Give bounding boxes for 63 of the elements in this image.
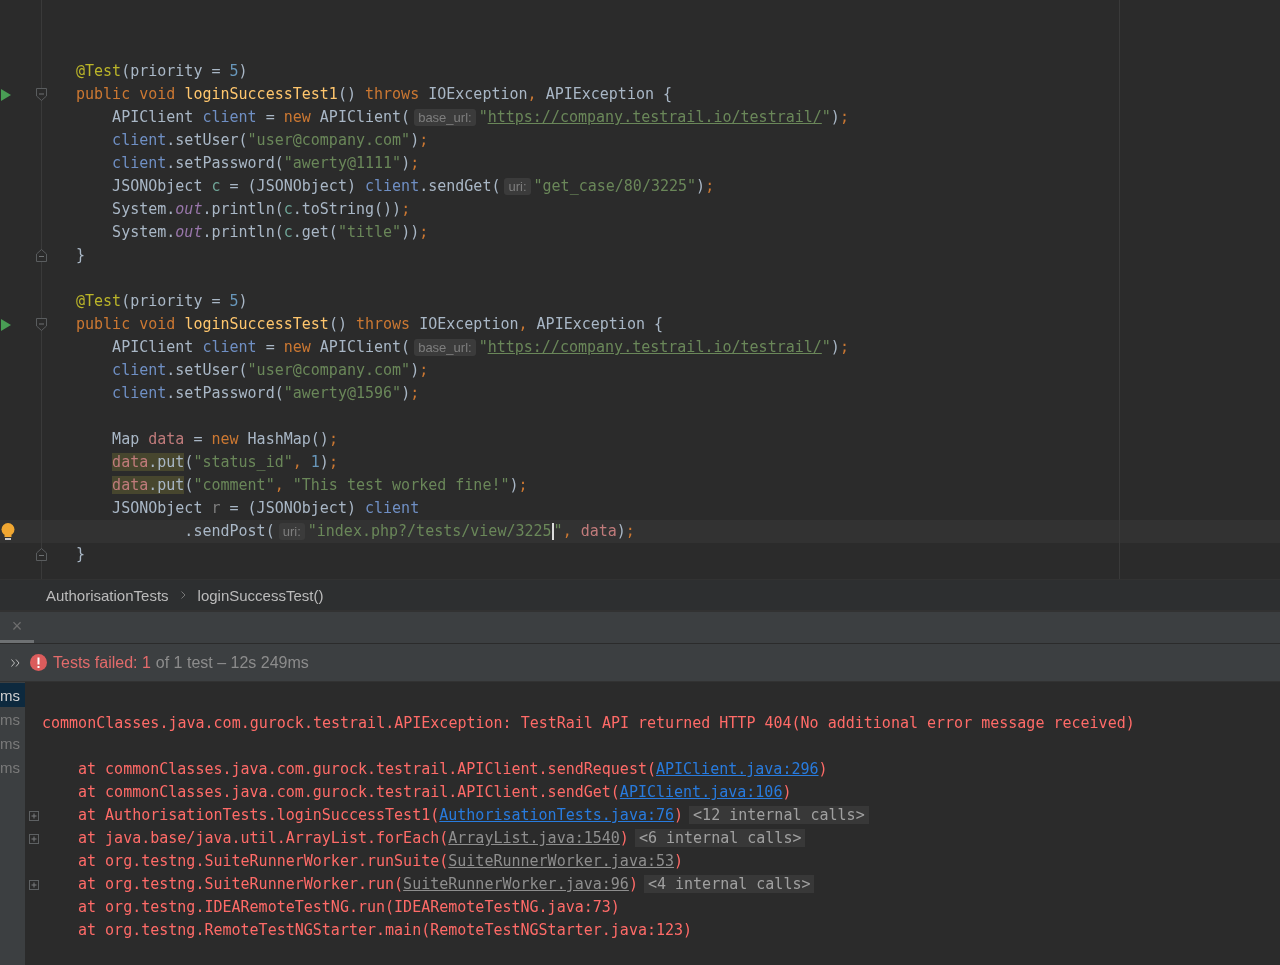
internal-calls-fold[interactable]: <6 internal calls> <box>634 829 806 847</box>
test-tree-item[interactable]: ms <box>0 707 25 731</box>
code-line: Map data = new HashMap(); <box>111 429 338 450</box>
file-link[interactable]: ArrayList.java:1540 <box>448 829 620 847</box>
stack-trace-line: at java.base/java.util.ArrayList.forEach(ArrayList.java:1540) <6 internal calls> <box>78 827 806 850</box>
code-line: @Test(priority = 5) <box>76 291 248 312</box>
fold-icon[interactable] <box>35 548 47 561</box>
file-link[interactable]: SuiteRunnerWorker.java:53 <box>448 852 675 870</box>
fold-icon[interactable] <box>35 318 47 331</box>
breadcrumb-item[interactable]: AuthorisationTests <box>46 586 169 604</box>
chevron-right-icon <box>180 591 186 599</box>
parameter-hint: uri: <box>504 178 531 195</box>
code-line: client.setPassword("awerty@1596"); <box>111 383 420 404</box>
stack-trace-line: at org.testng.RemoteTestNGStarter.main(RemoteTestNGStarter.java:123) <box>78 920 693 941</box>
test-tree-item[interactable]: ms <box>0 755 25 779</box>
code-line: client.setUser("user@company.com"); <box>111 360 429 381</box>
internal-calls-fold[interactable]: <4 internal calls> <box>643 875 815 893</box>
error-message: commonClasses.java.com.gurock.testrail.APIException: TestRail API returned HTTP 404(No additional error message received) <box>41 713 1136 734</box>
run-icon[interactable] <box>1 88 11 101</box>
lightbulb-icon[interactable] <box>1 522 15 541</box>
expand-icon[interactable] <box>29 833 39 844</box>
code-line: client.setPassword("awerty@1111"); <box>111 153 420 174</box>
parameter-hint: base_url: <box>414 109 476 126</box>
file-link[interactable]: AuthorisationTests.java:76 <box>439 806 675 824</box>
file-link[interactable]: SuiteRunnerWorker.java:96 <box>403 875 629 893</box>
code-line: .sendPost( uri: "index.php?/tests/view/3225", data); <box>183 521 635 542</box>
code-line: public void loginSuccessTest() throws IOException, APIException { <box>76 314 664 335</box>
file-link[interactable]: APIClient.java:106 <box>619 783 783 801</box>
code-line: APIClient client = new APIClient( base_url: "https://company.testrail.io/testrail/"); <box>111 337 849 358</box>
code-line: APIClient client = new APIClient( base_url: "https://company.testrail.io/testrail/"); <box>111 107 849 128</box>
test-tree-item[interactable]: ms <box>0 683 25 707</box>
expand-icon[interactable] <box>29 879 39 890</box>
parameter-hint: uri: <box>278 523 305 540</box>
code-line: JSONObject c = (JSONObject) client.sendGet( uri: "get_case/80/3225"); <box>111 176 715 197</box>
code-line: } <box>76 544 86 565</box>
error-icon <box>30 654 47 671</box>
parameter-hint: base_url: <box>414 339 476 356</box>
fold-icon[interactable] <box>35 249 47 262</box>
internal-calls-fold[interactable]: <12 internal calls> <box>689 806 869 824</box>
code-line: System.out.println(c.get("title")); <box>111 222 429 243</box>
stack-trace-line: at AuthorisationTests.loginSuccessTest1(AuthorisationTests.java:76) <12 internal calls> <box>78 804 869 827</box>
stack-trace-line: at org.testng.SuiteRunnerWorker.run(SuiteRunnerWorker.java:96) <4 internal calls> <box>78 873 815 896</box>
stack-trace-line: at commonClasses.java.com.gurock.testrail.APIClient.sendGet(APIClient.java:106) <box>78 782 792 803</box>
code-line: client.setUser("user@company.com"); <box>111 130 429 151</box>
expand-icon[interactable] <box>29 810 39 821</box>
tests-failed-label: Tests failed: 1 <box>53 653 151 672</box>
stack-trace-line: at org.testng.IDEARemoteTestNG.run(IDEARemoteTestNG.java:73) <box>78 897 620 918</box>
run-icon[interactable] <box>1 318 11 331</box>
stack-trace-line: at org.testng.SuiteRunnerWorker.runSuite(SuiteRunnerWorker.java:53) <box>78 851 684 872</box>
file-link[interactable]: APIClient.java:296 <box>655 760 819 778</box>
stack-trace-line: at commonClasses.java.com.gurock.testrail.APIClient.sendRequest(APIClient.java:296) <box>78 759 828 780</box>
code-line: } <box>76 245 86 266</box>
code-line: JSONObject r = (JSONObject) client <box>111 498 420 519</box>
fold-icon[interactable] <box>35 88 47 101</box>
code-line: data.put("comment", "This test worked fine!"); <box>76 474 528 497</box>
breadcrumb-item[interactable]: loginSuccessTest() <box>197 586 324 604</box>
code-line: @Test(priority = 5) <box>76 61 248 82</box>
test-summary: of 1 test – 12s 249ms <box>155 653 309 672</box>
code-line: System.out.println(c.toString()); <box>111 199 411 220</box>
code-line: data.put("status_id", 1); <box>76 451 338 474</box>
double-chevron-icon[interactable] <box>10 658 20 667</box>
test-tree-item[interactable]: ms <box>0 731 25 755</box>
code-line: public void loginSuccessTest1() throws IOException, APIException { <box>76 84 673 105</box>
